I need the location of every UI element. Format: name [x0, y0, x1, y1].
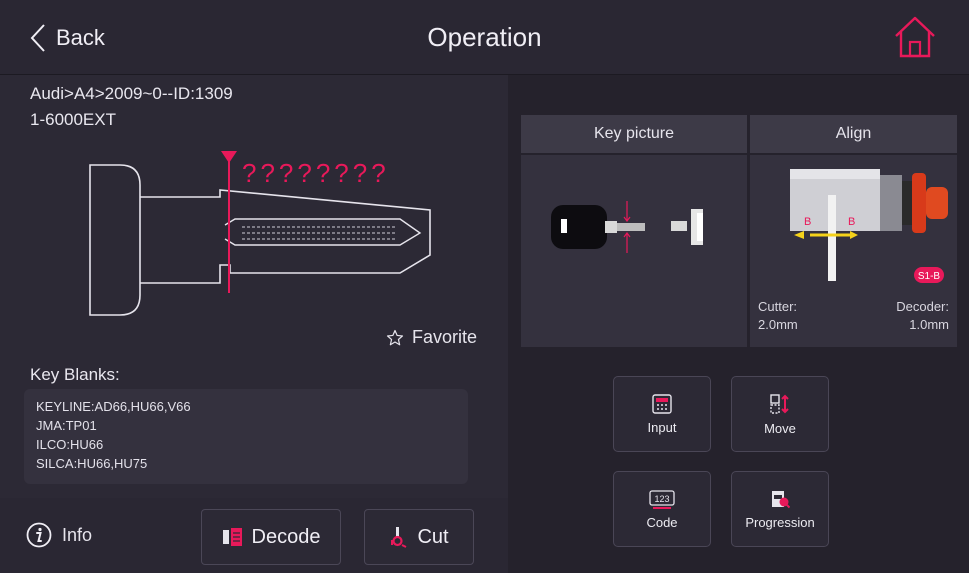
key-picture-cell	[521, 155, 747, 347]
decode-label: Decode	[251, 525, 321, 548]
top-bar: Back Operation	[0, 0, 969, 75]
operation-panel: Key picture Align B B S1-B Cutter: 2.0mm…	[508, 75, 969, 573]
move-button[interactable]: Move	[731, 376, 829, 452]
decoder-label: Decoder:	[896, 299, 949, 314]
key-model: 1-6000EXT	[30, 110, 116, 129]
key-blanks-title: Key Blanks:	[30, 365, 120, 384]
favorite-button[interactable]: Favorite	[386, 327, 477, 348]
move-icon	[770, 393, 789, 414]
key-picture-image	[551, 201, 703, 253]
cutter-info: Cutter: 2.0mm	[758, 298, 798, 334]
code-label: Code	[646, 514, 678, 530]
key-path: Audi>A4>2009~0--ID:1309	[30, 84, 233, 103]
info-button[interactable]: Info	[26, 522, 92, 548]
keypad-icon	[652, 393, 672, 414]
unknown-cuts: ????????	[242, 158, 390, 188]
align-cell: B B S1-B Cutter: 2.0mm Decoder: 1.0mm	[750, 155, 957, 347]
key-profile-diagram: ????????	[89, 151, 431, 316]
cut-label: Cut	[417, 525, 449, 548]
home-icon[interactable]	[893, 14, 937, 60]
clamp-mark-left: B	[804, 216, 811, 228]
cutter-label: Cutter:	[758, 299, 798, 314]
key-picture-header: Key picture	[521, 115, 747, 153]
code-button[interactable]: 123 Code	[613, 471, 711, 547]
info-label: Info	[62, 524, 93, 545]
input-label: Input	[647, 419, 677, 435]
code-icon-text: 123	[654, 494, 669, 504]
star-outline-icon	[386, 329, 404, 345]
list-item: JMA:TP01	[36, 418, 97, 433]
bottom-action-bar: Info Decode Cut	[0, 498, 508, 573]
move-label: Move	[764, 420, 796, 436]
key-blanks-list[interactable]: KEYLINE:AD66,HU66,V66 JMA:TP01 ILCO:HU66…	[24, 389, 468, 484]
progression-label: Progression	[745, 514, 815, 530]
decode-button[interactable]: Decode	[201, 509, 341, 565]
input-button[interactable]: Input	[613, 376, 711, 452]
page-title: Operation	[427, 22, 542, 52]
cut-button[interactable]: Cut	[364, 509, 474, 565]
decoder-info: Decoder: 1.0mm	[896, 298, 949, 334]
info-icon	[26, 522, 52, 548]
code-icon: 123	[649, 489, 675, 509]
list-item: ILCO:HU66	[36, 437, 104, 452]
cutter-value: 2.0mm	[758, 317, 798, 332]
clamp-mark-right: B	[848, 216, 855, 228]
list-item: SILCA:HU66,HU75	[36, 456, 148, 471]
cut-icon	[391, 527, 407, 548]
decoder-value: 1.0mm	[909, 317, 949, 332]
decode-icon	[222, 528, 242, 546]
key-align-table: Key picture Align B B S1-B Cutter: 2.0mm…	[521, 115, 957, 347]
clamp-alignment-image: B B S1-B	[790, 169, 948, 283]
progression-icon	[772, 490, 790, 508]
align-header: Align	[750, 115, 957, 153]
favorite-label: Favorite	[412, 327, 478, 347]
progression-button[interactable]: Progression	[731, 471, 829, 547]
align-badge: S1-B	[918, 271, 941, 282]
list-item: KEYLINE:AD66,HU66,V66	[36, 399, 191, 414]
